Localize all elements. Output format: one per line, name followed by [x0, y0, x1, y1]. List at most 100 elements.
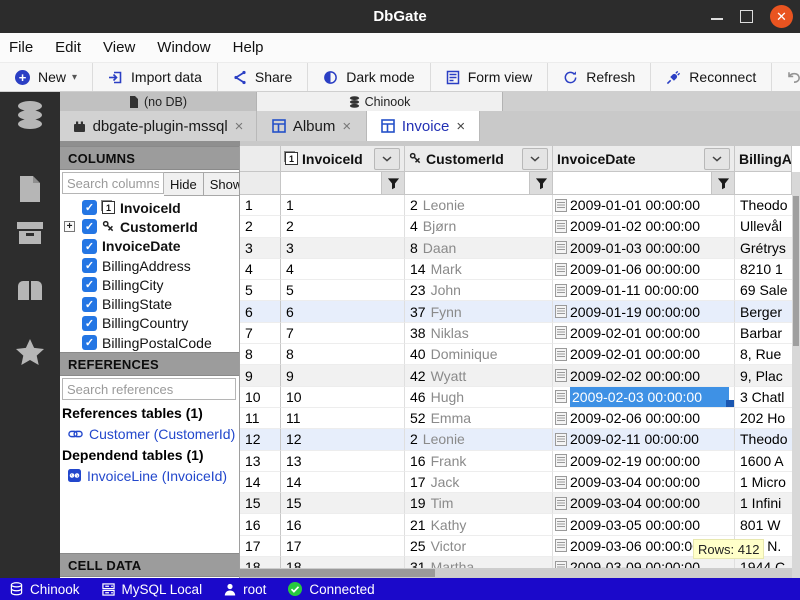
row-number[interactable]: 17 — [240, 536, 281, 557]
invoice-date-value[interactable]: 2009-01-01 00:00:00 — [570, 195, 729, 215]
invoice-date-value[interactable]: 2009-02-01 00:00:00 — [570, 323, 729, 343]
grid-cell-invoicedate[interactable]: 2009-01-03 00:00:00 — [553, 238, 735, 259]
maximize-button[interactable] — [740, 10, 753, 23]
expand-icon[interactable]: + — [64, 221, 75, 232]
invoice-date-value[interactable]: 2009-01-19 00:00:00 — [570, 301, 729, 321]
invoice-date-value[interactable]: 2009-02-06 00:00:00 — [570, 408, 729, 428]
row-number[interactable]: 12 — [240, 429, 281, 450]
import-data-button[interactable]: Import data — [93, 63, 218, 91]
database-icon[interactable] — [14, 100, 46, 130]
horizontal-scrollbar[interactable] — [240, 568, 792, 578]
grid-cell-customerid[interactable]: 46Hugh — [405, 387, 553, 408]
grid-cell-invoicedate[interactable]: 2009-01-19 00:00:00 — [553, 301, 735, 322]
grid-cell-customerid[interactable]: 23John — [405, 280, 553, 301]
share-button[interactable]: Share — [218, 63, 308, 91]
grid-cell-billingaddress[interactable]: 8, Rue — [735, 344, 792, 365]
grid-cell-billingaddress[interactable]: Theodo — [735, 195, 792, 216]
grid-cell-billingaddress[interactable]: Barbar — [735, 323, 792, 344]
grid-cell-invoiceid[interactable]: 4 — [281, 259, 405, 280]
grid-cell-invoiceid[interactable]: 1 — [281, 195, 405, 216]
checkbox-checked-icon[interactable]: ✓ — [82, 219, 97, 234]
grid-cell-customerid[interactable]: 17Jack — [405, 472, 553, 493]
grid-cell-invoiceid[interactable]: 14 — [281, 472, 405, 493]
invoice-date-value[interactable]: 2009-01-02 00:00:00 — [570, 216, 729, 236]
row-number[interactable]: 10 — [240, 387, 281, 408]
column-list-item[interactable]: ✓BillingCountry — [60, 314, 239, 333]
grid-cell-invoiceid[interactable]: 12 — [281, 429, 405, 450]
show-button[interactable]: Show — [204, 172, 240, 196]
close-tab-icon[interactable]: × — [456, 118, 465, 135]
grid-cell-customerid[interactable]: 38Niklas — [405, 323, 553, 344]
invoice-date-value[interactable]: 2009-02-19 00:00:00 — [570, 451, 729, 471]
file-icon[interactable] — [17, 174, 43, 204]
row-number[interactable]: 4 — [240, 259, 281, 280]
grid-cell-billingaddress[interactable]: 1600 A — [735, 451, 792, 472]
grid-cell-customerid[interactable]: 16Frank — [405, 451, 553, 472]
statusbar-connection[interactable]: Connected — [288, 582, 374, 597]
grid-cell-invoiceid[interactable]: 17 — [281, 536, 405, 557]
row-number[interactable]: 8 — [240, 344, 281, 365]
grid-cell-billingaddress[interactable]: 9, Plac — [735, 365, 792, 386]
column-list-item[interactable]: ✓BillingPostalCode — [60, 333, 239, 352]
grid-cell-invoicedate[interactable]: 2009-01-02 00:00:00 — [553, 216, 735, 237]
column-dropdown-button[interactable] — [704, 148, 730, 170]
grid-cell-invoicedate[interactable]: 2009-03-05 00:00:00 — [553, 514, 735, 535]
grid-cell-billingaddress[interactable]: Ullevål — [735, 216, 792, 237]
invoice-date-value[interactable]: 2009-01-03 00:00:00 — [570, 238, 729, 258]
checkbox-checked-icon[interactable]: ✓ — [82, 239, 97, 254]
grid-cell-invoicedate[interactable]: 2009-02-03 00:00:00 — [553, 387, 735, 408]
grid-cell-customerid[interactable]: 40Dominique — [405, 344, 553, 365]
filter-button[interactable] — [711, 172, 734, 194]
column-list-item[interactable]: ✓1InvoiceId — [60, 198, 239, 217]
grid-cell-billingaddress[interactable]: 3 Chatl — [735, 387, 792, 408]
invoice-date-value[interactable]: 2009-03-05 00:00:00 — [570, 514, 729, 534]
column-header-billinga[interactable]: BillingA — [735, 146, 792, 171]
grid-cell-invoicedate[interactable]: 2009-02-02 00:00:00 — [553, 365, 735, 386]
grid-cell-billingaddress[interactable]: Berger — [735, 301, 792, 322]
grid-cell-invoicedate[interactable]: 2009-01-01 00:00:00 — [553, 195, 735, 216]
archive-icon[interactable] — [15, 220, 45, 246]
grid-cell-billingaddress[interactable]: Theodo — [735, 429, 792, 450]
grid-cell-billingaddress[interactable]: 801 W — [735, 514, 792, 535]
minimize-button[interactable] — [711, 10, 723, 20]
grid-cell-billingaddress[interactable]: 1 Micro — [735, 472, 792, 493]
grid-cell-customerid[interactable]: 2Leonie — [405, 195, 553, 216]
column-list-item[interactable]: +✓CustomerId — [60, 217, 239, 236]
invoice-date-value[interactable]: 2009-02-01 00:00:00 — [570, 344, 729, 364]
grid-cell-billingaddress[interactable]: 1 Infini — [735, 493, 792, 514]
invoice-date-value[interactable]: 2009-02-02 00:00:00 — [570, 365, 729, 385]
grid-cell-invoicedate[interactable]: 2009-02-01 00:00:00 — [553, 323, 735, 344]
invoice-date-value[interactable]: 2009-01-11 00:00:00 — [570, 280, 729, 300]
search-columns-input[interactable] — [62, 172, 164, 194]
checkbox-checked-icon[interactable]: ✓ — [82, 316, 97, 331]
refresh-button[interactable]: Refresh — [548, 63, 651, 91]
filter-cell[interactable] — [735, 172, 792, 195]
grid-cell-customerid[interactable]: 37Fynn — [405, 301, 553, 322]
filter-button[interactable] — [529, 172, 552, 194]
row-number[interactable]: 15 — [240, 493, 281, 514]
filter-cell[interactable] — [405, 172, 553, 195]
column-list-item[interactable]: ✓BillingState — [60, 294, 239, 313]
undo-button[interactable]: U — [772, 63, 800, 91]
grid-cell-invoiceid[interactable]: 13 — [281, 451, 405, 472]
checkbox-checked-icon[interactable]: ✓ — [82, 258, 97, 273]
checkbox-checked-icon[interactable]: ✓ — [82, 297, 97, 312]
row-number[interactable]: 2 — [240, 216, 281, 237]
column-dropdown-button[interactable] — [374, 148, 400, 170]
vertical-scrollbar[interactable] — [792, 172, 800, 578]
statusbar-user[interactable]: root — [224, 582, 266, 597]
grid-cell-customerid[interactable]: 52Emma — [405, 408, 553, 429]
search-references-input[interactable] — [62, 378, 236, 400]
filter-button[interactable] — [381, 172, 404, 194]
tab-dbgate-plugin-mssql[interactable]: dbgate-plugin-mssql × — [60, 111, 257, 141]
grid-cell-invoiceid[interactable]: 10 — [281, 387, 405, 408]
close-tab-icon[interactable]: × — [235, 118, 244, 135]
dependent-link-invoiceline[interactable]: InvoiceLine (InvoiceId) — [60, 465, 239, 486]
row-number[interactable]: 3 — [240, 238, 281, 259]
grid-cell-customerid[interactable]: 2Leonie — [405, 429, 553, 450]
grid-cell-invoiceid[interactable]: 7 — [281, 323, 405, 344]
grid-cell-customerid[interactable]: 19Tim — [405, 493, 553, 514]
filter-cell[interactable] — [281, 172, 405, 195]
reference-link-customer[interactable]: Customer (CustomerId) — [60, 423, 239, 444]
column-header-invoiceid[interactable]: 1InvoiceId — [281, 146, 405, 171]
